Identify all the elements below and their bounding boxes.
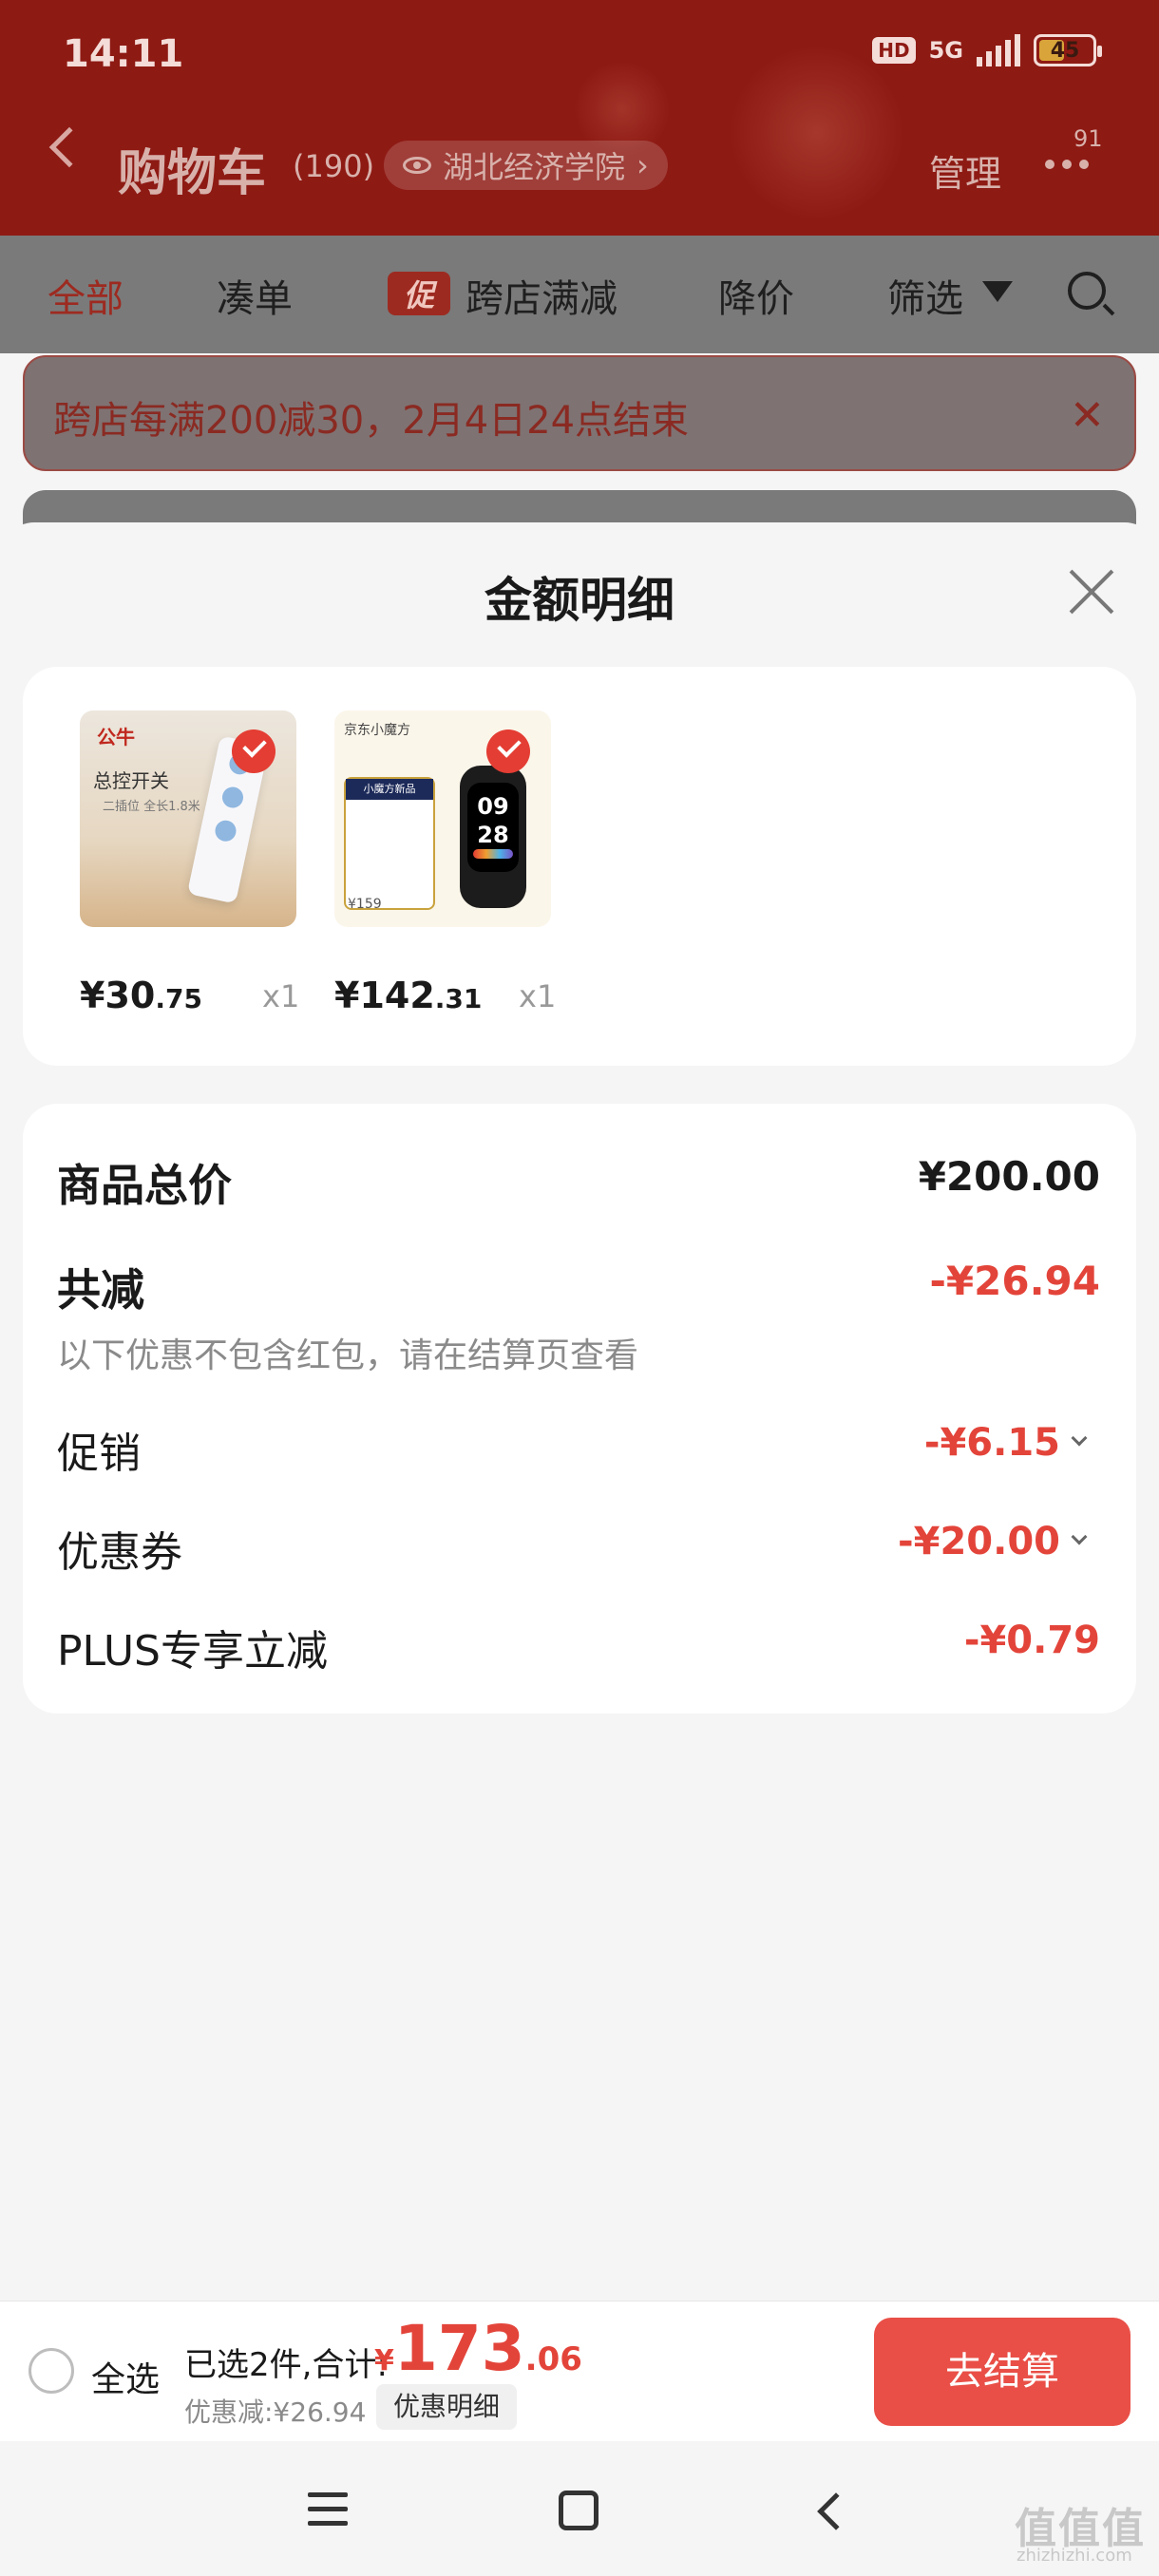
- product-info-panel: 小魔方新品: [344, 777, 435, 910]
- product-price: ¥30.75: [80, 975, 202, 1016]
- notice-close-icon[interactable]: ✕: [1070, 391, 1105, 440]
- page-title: 购物车: [118, 145, 267, 202]
- coupon-label: 优惠券: [57, 1528, 182, 1577]
- promo-badge: 促: [388, 272, 450, 315]
- plus-discount-label: PLUS专享立减: [57, 1627, 328, 1676]
- promo-notice-text: 跨店每满200减30，2月4日24点结束: [53, 399, 690, 443]
- product-quantity: x1: [262, 978, 300, 1014]
- sheet-title: 金额明细: [484, 573, 674, 628]
- product-quantity: x1: [519, 978, 557, 1014]
- tab-price-drop[interactable]: 降价: [718, 268, 794, 323]
- watermark-url: zhizhizhi.com: [1016, 2546, 1132, 2566]
- network-label: 5G: [928, 37, 963, 64]
- discount-detail-button[interactable]: 优惠明细: [376, 2384, 518, 2430]
- watch-hour: 09: [477, 793, 509, 820]
- hd-icon: HD: [872, 37, 916, 64]
- location-selector[interactable]: 湖北经济学院 ›: [384, 141, 668, 190]
- more-icon[interactable]: [1045, 160, 1089, 169]
- total-price-label: 商品总价: [57, 1160, 232, 1211]
- close-icon[interactable]: [1062, 566, 1113, 617]
- chevron-right-icon: ›: [636, 147, 649, 183]
- product-headline: 总控开关: [93, 769, 169, 792]
- tab-all[interactable]: 全部: [48, 268, 124, 323]
- manage-button[interactable]: 管理: [929, 144, 1001, 197]
- firework-decoration: [722, 38, 912, 228]
- total-price-value: ¥200.00: [918, 1153, 1100, 1200]
- smart-band-graphic: 09 28: [460, 766, 526, 908]
- product-tag-price: ¥159: [348, 897, 382, 912]
- eye-icon: [403, 157, 431, 174]
- search-icon[interactable]: [1068, 272, 1106, 310]
- battery-level: 45: [1050, 38, 1080, 63]
- product-brand: 公牛: [97, 726, 135, 748]
- discount-note: 以下优惠不包含红包，请在结算页查看: [57, 1336, 639, 1375]
- checkmark-icon[interactable]: [232, 729, 276, 773]
- select-all-label[interactable]: 全选: [91, 2352, 160, 2401]
- plus-discount-value: -¥0.79: [963, 1619, 1100, 1662]
- tab-filter[interactable]: 筛选: [887, 268, 963, 323]
- total-amount: ¥173.06: [374, 2312, 582, 2385]
- checkmark-icon[interactable]: [486, 729, 530, 773]
- coupon-value[interactable]: -¥20.00: [898, 1520, 1060, 1563]
- product-badge: 小魔方新品: [346, 779, 433, 800]
- menu-icon[interactable]: [308, 2492, 348, 2535]
- tab-bundle[interactable]: 凑单: [217, 268, 293, 323]
- watch-face: 09 28: [467, 783, 519, 872]
- select-all-radio[interactable]: [28, 2348, 74, 2394]
- location-label: 湖北经济学院: [443, 149, 626, 185]
- product-subtitle: 二插位 全长1.8米: [103, 800, 200, 814]
- tab-cross-store[interactable]: 跨店满减: [466, 268, 618, 323]
- cart-count: (190): [293, 148, 375, 184]
- message-badge: 91: [1074, 125, 1103, 152]
- promo-label: 促销: [57, 1430, 141, 1478]
- promo-value[interactable]: -¥6.15: [924, 1421, 1060, 1465]
- status-indicators: HD 5G 45: [872, 34, 1102, 66]
- filter-icon[interactable]: [982, 281, 1013, 302]
- status-time: 14:11: [63, 32, 184, 76]
- signal-icon: [977, 34, 1020, 66]
- home-icon[interactable]: [559, 2491, 598, 2530]
- total-discount-label: 共减: [57, 1264, 144, 1316]
- selected-summary: 已选2件,合计:: [184, 2346, 388, 2384]
- checkout-button[interactable]: 去结算: [874, 2318, 1130, 2426]
- watch-minute: 28: [477, 822, 509, 848]
- total-discount-value: -¥26.94: [929, 1258, 1100, 1304]
- product-price: ¥142.31: [334, 975, 483, 1016]
- discount-summary: 优惠减:¥26.94: [184, 2396, 367, 2428]
- battery-icon: 45: [1034, 34, 1102, 66]
- product-store-header: 京东小魔方: [344, 723, 410, 738]
